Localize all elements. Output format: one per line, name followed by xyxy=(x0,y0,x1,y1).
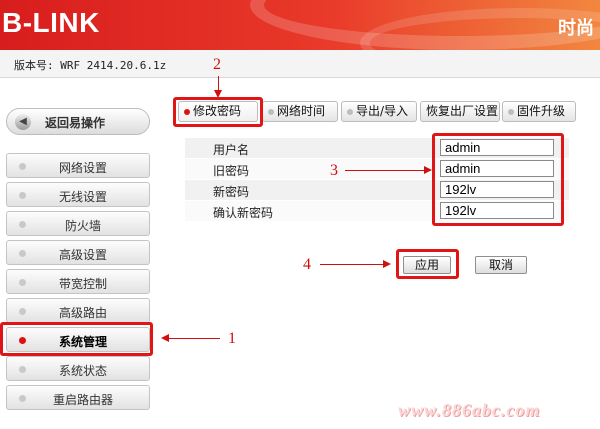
annotation-number-4: 4 xyxy=(303,256,311,273)
sidebar-item-label: 系统状态 xyxy=(58,364,107,378)
tab-network-time[interactable]: 网络时间 xyxy=(262,101,338,122)
sidebar-item-label: 无线设置 xyxy=(58,190,107,204)
tab-firmware-upgrade[interactable]: 固件升级 xyxy=(502,101,576,122)
back-button-label: 返回易操作 xyxy=(45,116,106,130)
old-password-label: 旧密码 xyxy=(213,164,250,178)
brand-slogan: 时尚 xyxy=(558,18,594,39)
arrow-head-icon xyxy=(383,260,391,268)
sidebar-item-network[interactable]: 网络设置 xyxy=(6,153,150,178)
annotation-arrow-3 xyxy=(345,170,425,171)
sidebar-item-bandwidth[interactable]: 带宽控制 xyxy=(6,269,150,294)
arrow-head-icon xyxy=(214,90,222,98)
tab-factory-reset[interactable]: 恢复出厂设置 xyxy=(420,101,500,122)
highlight-menu-box xyxy=(0,322,153,356)
annotation-arrow-4 xyxy=(320,264,384,265)
sidebar-item-label: 网络设置 xyxy=(58,161,107,175)
sidebar-item-system-status[interactable]: 系统状态 xyxy=(6,356,150,381)
highlight-tab-box xyxy=(173,97,263,127)
sidebar-item-label: 防火墙 xyxy=(64,219,101,233)
highlight-fields-box xyxy=(432,133,564,226)
sidebar-item-advanced-routing[interactable]: 高级路由 xyxy=(6,298,150,323)
confirm-password-label: 确认新密码 xyxy=(213,206,274,220)
sidebar-item-firewall[interactable]: 防火墙 xyxy=(6,211,150,236)
annotation-number-1: 1 xyxy=(228,330,236,347)
back-arrow-icon: ◀ xyxy=(15,114,31,130)
sidebar-item-label: 高级设置 xyxy=(58,248,107,262)
username-label: 用户名 xyxy=(213,143,250,157)
annotation-number-3: 3 xyxy=(330,162,338,179)
header-banner: B-LINK 时尚 xyxy=(0,0,600,50)
site-watermark: www.886abc.com xyxy=(398,400,541,420)
back-to-easy-setup-button[interactable]: ◀ 返回易操作 xyxy=(6,108,150,135)
brand-logo: B-LINK xyxy=(2,7,100,38)
new-password-label: 新密码 xyxy=(213,185,250,199)
highlight-apply-box xyxy=(396,249,459,279)
cancel-button[interactable]: 取消 xyxy=(475,256,527,274)
tab-label: 导出/导入 xyxy=(356,104,409,118)
arrow-head-icon xyxy=(424,166,432,174)
annotation-arrow-1 xyxy=(168,338,220,339)
tab-label: 固件升级 xyxy=(517,104,566,118)
sidebar-item-label: 重启路由器 xyxy=(52,393,113,407)
firmware-version: 版本号: WRF 2414.20.6.1z xyxy=(14,59,167,72)
sidebar-item-reboot[interactable]: 重启路由器 xyxy=(6,385,150,410)
annotation-number-2: 2 xyxy=(213,56,221,73)
tab-label: 网络时间 xyxy=(277,104,326,118)
sidebar-item-label: 高级路由 xyxy=(58,306,107,320)
tab-label: 恢复出厂设置 xyxy=(426,104,499,118)
tab-export-import[interactable]: 导出/导入 xyxy=(341,101,417,122)
bullet-icon xyxy=(508,109,514,115)
sidebar-item-wireless[interactable]: 无线设置 xyxy=(6,182,150,207)
sidebar-item-label: 带宽控制 xyxy=(58,277,107,291)
sidebar-item-advanced[interactable]: 高级设置 xyxy=(6,240,150,265)
version-bar: 版本号: WRF 2414.20.6.1z xyxy=(0,50,600,78)
bullet-icon xyxy=(268,109,274,115)
bullet-icon xyxy=(347,109,353,115)
